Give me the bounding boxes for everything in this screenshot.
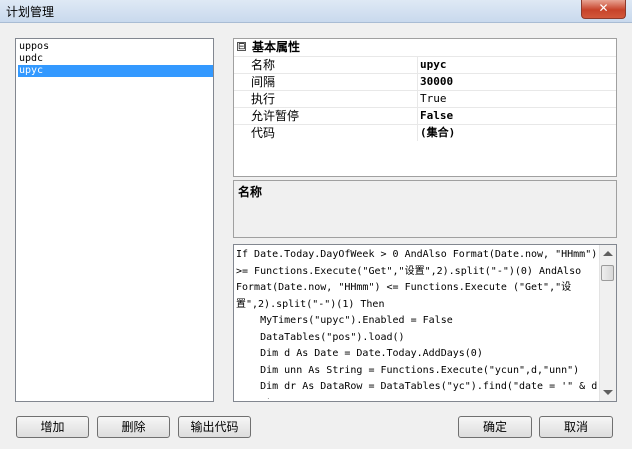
prop-row-code[interactable]: 代码 (集合): [234, 124, 616, 142]
close-icon: ✕: [598, 1, 609, 15]
vertical-scrollbar[interactable]: [599, 245, 616, 401]
category-row[interactable]: ⊟ 基本属性: [234, 39, 616, 56]
list-item-uppos[interactable]: uppos: [18, 41, 213, 53]
prop-value[interactable]: 30000: [420, 74, 453, 90]
prop-row-execute[interactable]: 执行 True: [234, 90, 616, 108]
list-item-updc[interactable]: updc: [18, 53, 213, 65]
code-line: & "'"): [236, 396, 600, 400]
plan-list[interactable]: uppos updc upyc: [15, 38, 214, 402]
prop-row-name[interactable]: 名称 upyc: [234, 56, 616, 74]
list-item-upyc[interactable]: upyc: [18, 65, 213, 77]
scroll-thumb[interactable]: [601, 265, 614, 281]
scroll-down-icon[interactable]: [603, 390, 613, 395]
prop-row-allow-pause[interactable]: 允许暂停 False: [234, 107, 616, 125]
property-grid: ⊟ 基本属性 名称 upyc 间隔 30000 执行 True 允许暂停 Fal…: [233, 38, 617, 177]
delete-button[interactable]: 删除: [97, 416, 170, 438]
close-button[interactable]: ✕: [581, 0, 626, 19]
prop-value[interactable]: True: [420, 91, 447, 107]
code-line: >= Functions.Execute("Get","设置",2).split…: [236, 265, 582, 277]
export-code-button[interactable]: 输出代码: [178, 416, 251, 438]
code-line: Format(Date.now, "HHmm") <= Functions.Ex…: [236, 282, 572, 293]
code-editor[interactable]: If Date.Today.DayOfWeek > 0 AndAlso Form…: [233, 244, 617, 402]
prop-value[interactable]: False: [420, 108, 453, 124]
cancel-button[interactable]: 取消: [539, 416, 613, 438]
prop-value[interactable]: (集合): [420, 125, 455, 141]
description-panel: 名称: [233, 180, 617, 238]
prop-name: 执行: [251, 91, 418, 107]
code-line: DataTables("pos").load(): [236, 331, 405, 343]
title-bar: 计划管理 ✕: [0, 0, 632, 23]
description-title: 名称: [238, 185, 263, 199]
code-line: Dim unn As String = Functions.Execute("y…: [236, 364, 580, 376]
code-line: Dim d As Date = Date.Today.AddDays(0): [236, 348, 483, 359]
prop-name: 间隔: [251, 74, 418, 90]
prop-value[interactable]: upyc: [420, 57, 447, 73]
add-button[interactable]: 增加: [16, 416, 89, 438]
ok-button[interactable]: 确定: [458, 416, 532, 438]
prop-name: 允许暂停: [251, 108, 418, 124]
code-line: 置",2).split("-")(1) Then: [236, 298, 385, 310]
scroll-up-icon[interactable]: [603, 251, 613, 256]
collapse-icon[interactable]: ⊟: [237, 42, 246, 52]
code-line: If Date.Today.DayOfWeek > 0 AndAlso Form…: [236, 249, 598, 260]
prop-row-interval[interactable]: 间隔 30000: [234, 73, 616, 91]
window-title: 计划管理: [6, 5, 55, 19]
category-label: 基本属性: [252, 40, 301, 54]
code-line: Dim dr As DataRow = DataTables("yc").fin…: [236, 381, 598, 392]
code-line: MyTimers("upyc").Enabled = False: [236, 315, 453, 326]
code-text[interactable]: If Date.Today.DayOfWeek > 0 AndAlso Form…: [236, 247, 600, 399]
prop-name: 名称: [251, 57, 418, 73]
prop-name: 代码: [251, 125, 418, 141]
